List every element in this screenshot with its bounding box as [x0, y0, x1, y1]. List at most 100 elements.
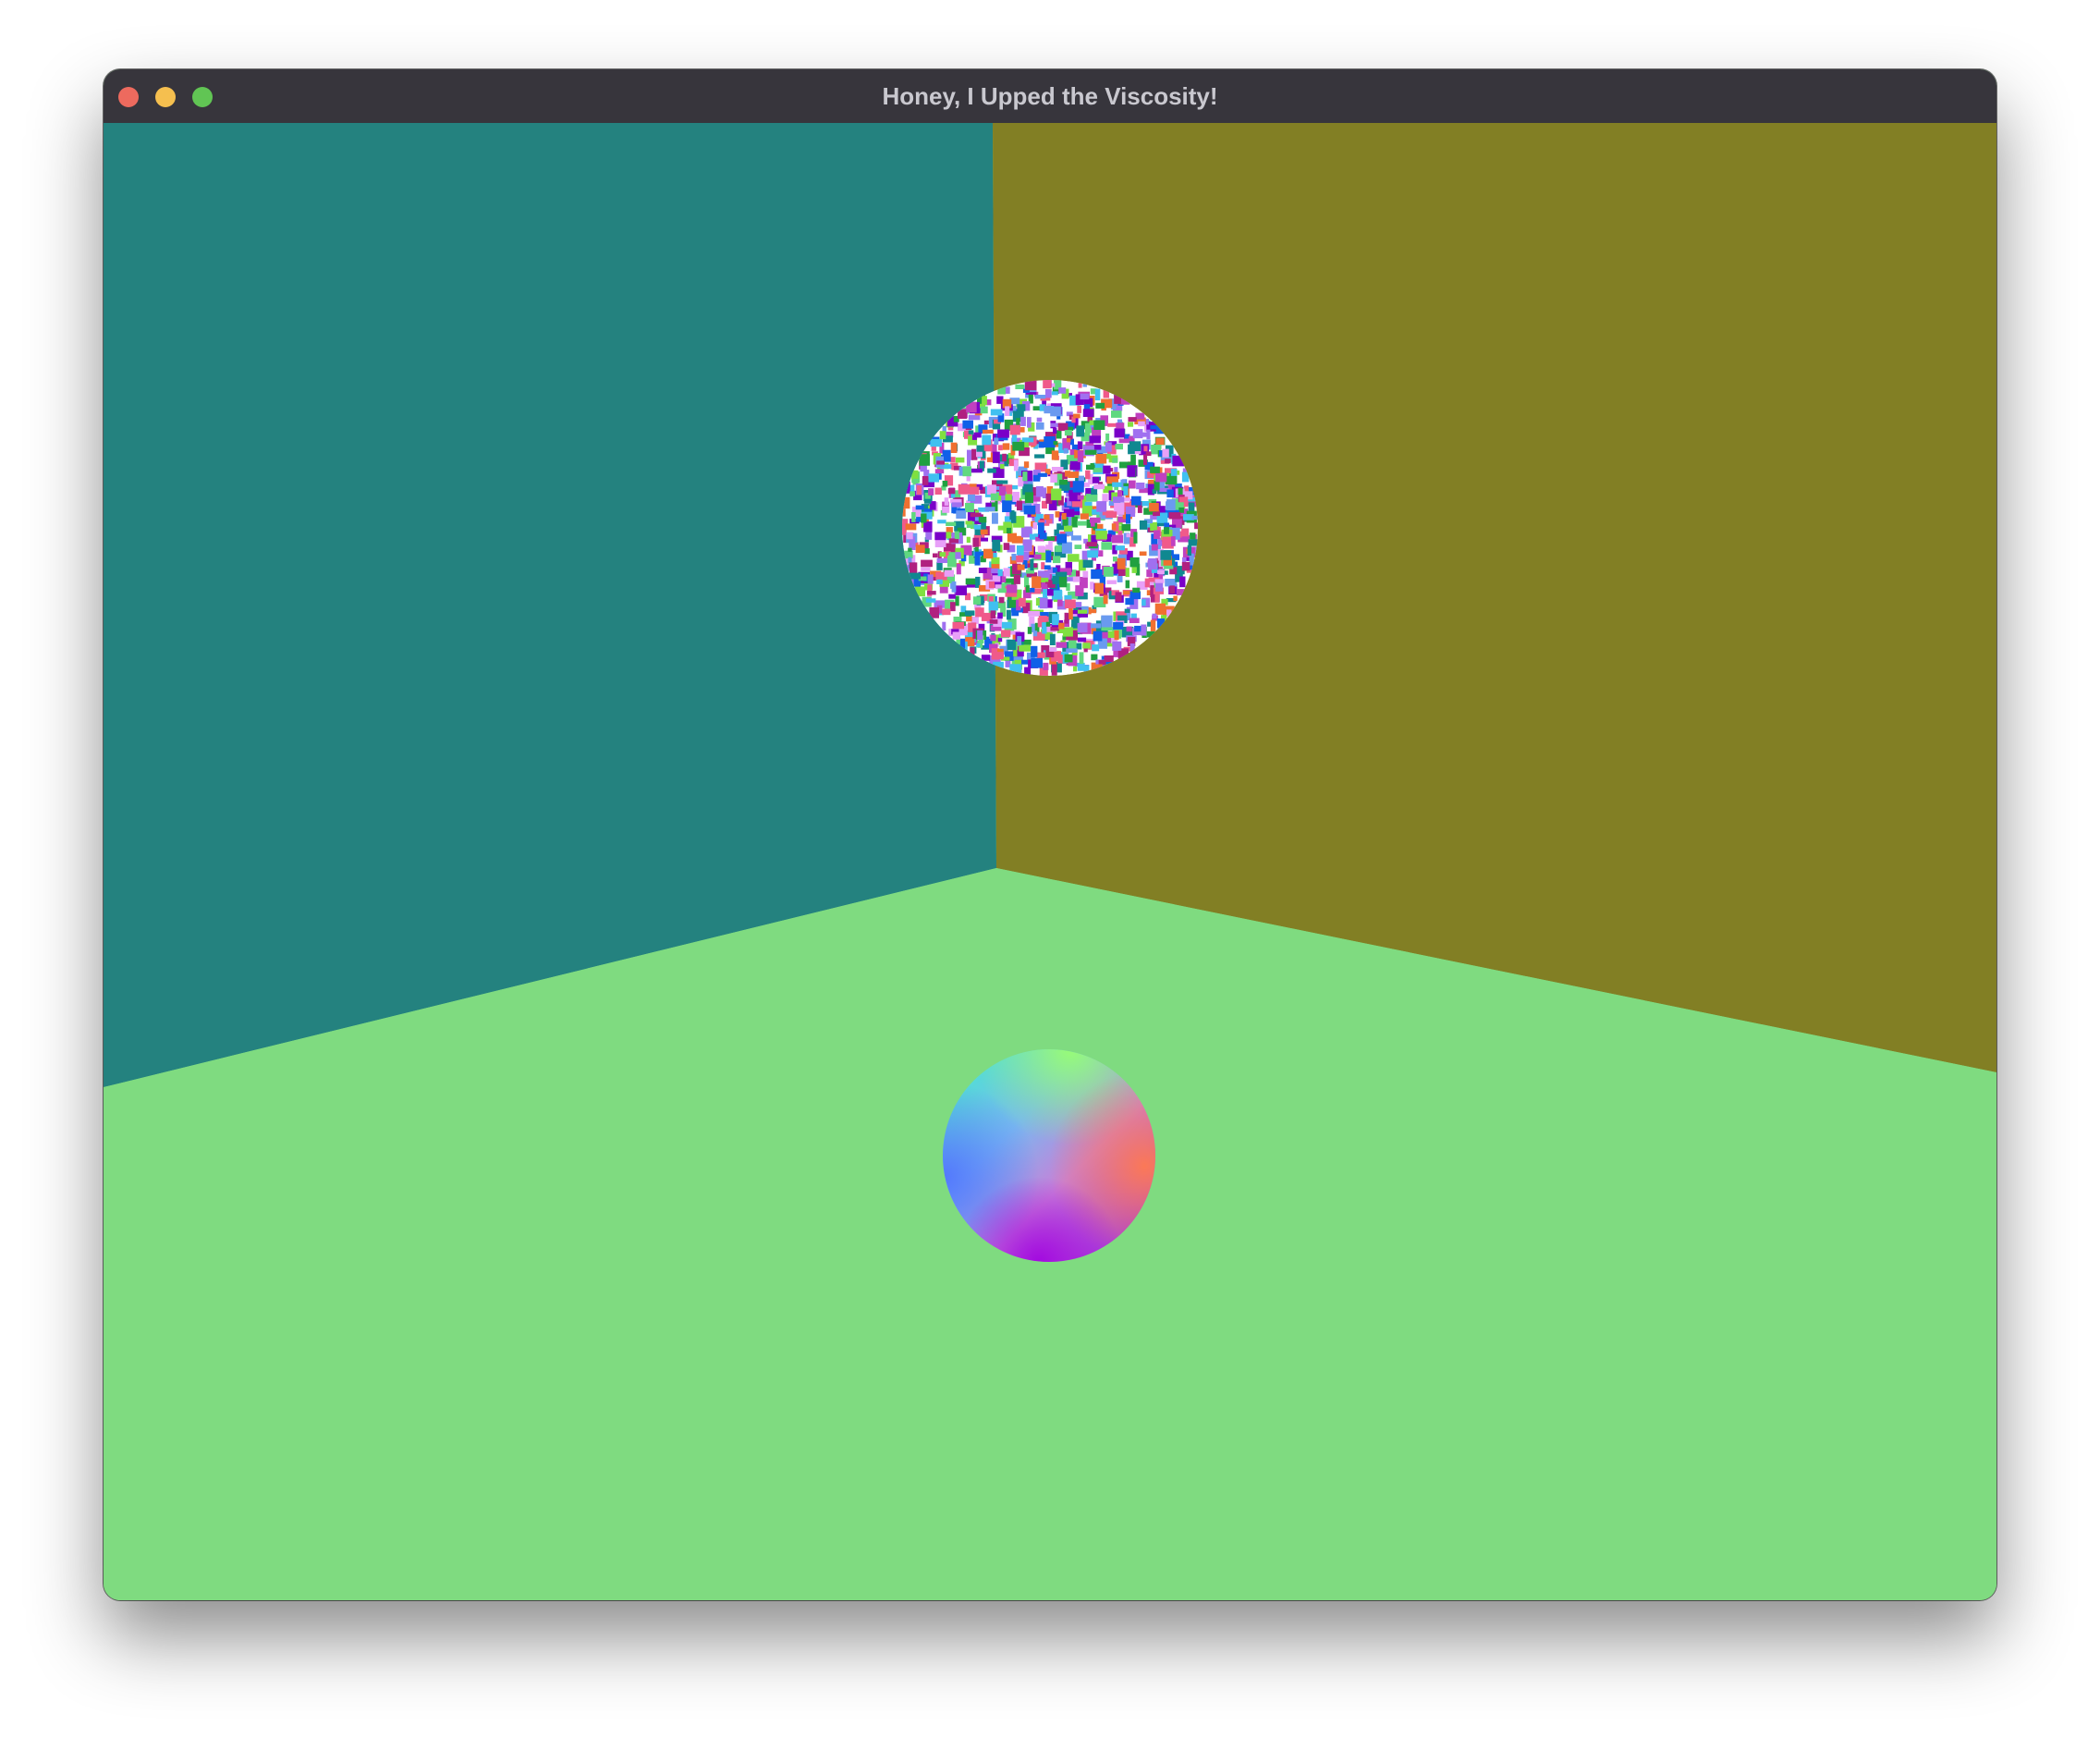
noise-speck	[1093, 630, 1103, 642]
noise-speck	[997, 525, 1007, 531]
noise-speck	[1141, 624, 1147, 636]
noise-speck	[992, 652, 1004, 660]
noise-speck	[1019, 597, 1026, 607]
noise-speck	[964, 610, 975, 616]
noise-speck	[1188, 502, 1195, 512]
noise-speck	[1045, 550, 1052, 563]
noise-speck	[1001, 621, 1012, 629]
noise-speck	[1000, 464, 1005, 470]
noise-speck	[1112, 458, 1118, 463]
noise-speck	[1164, 527, 1169, 534]
noise-speck	[999, 486, 1007, 496]
noise-speck	[1091, 569, 1103, 580]
noise-speck	[1129, 618, 1140, 623]
noise-speck	[997, 429, 1009, 438]
noise-speck	[910, 491, 915, 496]
noise-speck	[937, 520, 946, 524]
noise-speck	[969, 486, 980, 495]
noise-speck	[1013, 649, 1018, 657]
noise-speck	[1179, 576, 1186, 588]
noise-speck	[1170, 469, 1178, 477]
noise-speck	[1003, 543, 1010, 550]
noise-speck	[1032, 474, 1041, 482]
noise-speck	[1017, 636, 1022, 646]
noise-speck	[1009, 424, 1020, 435]
noise-speck	[1103, 465, 1111, 474]
noise-speck	[921, 567, 931, 571]
noise-speck	[962, 466, 971, 477]
noise-speck	[1115, 444, 1123, 450]
noise-speck	[1021, 437, 1034, 443]
noise-speck	[1114, 630, 1119, 641]
noise-speck	[1012, 441, 1025, 451]
noise-speck	[1002, 453, 1007, 462]
noise-speck	[1138, 421, 1145, 427]
noise-speck	[982, 396, 987, 405]
noise-speck	[915, 545, 925, 553]
noise-speck	[992, 512, 998, 524]
noise-speck	[980, 406, 988, 414]
noise-speck	[973, 432, 982, 438]
noise-speck	[939, 431, 946, 440]
noise-speck	[1115, 592, 1122, 602]
noise-speck	[947, 488, 956, 495]
noise-speck	[1020, 416, 1026, 426]
noise-speck	[1011, 511, 1017, 523]
noise-speck	[1011, 554, 1017, 561]
noise-speck	[1044, 514, 1050, 520]
noise-speck	[1032, 521, 1038, 530]
noise-speck	[997, 637, 1003, 643]
noise-speck	[1076, 425, 1085, 437]
noise-speck	[956, 510, 967, 519]
title-bar[interactable]: Honey, I Upped the Viscosity!	[104, 69, 1996, 124]
noise-speck	[1073, 666, 1078, 672]
noise-speck	[1106, 580, 1117, 584]
noise-speck	[1166, 499, 1176, 511]
noise-speck	[997, 569, 1003, 577]
noise-speck	[965, 520, 973, 525]
noise-speck	[1042, 622, 1047, 634]
noise-speck	[1071, 516, 1078, 528]
noise-speck	[921, 513, 927, 523]
noise-speck	[1112, 641, 1122, 651]
noise-speck	[1024, 492, 1033, 504]
noise-speck	[1030, 558, 1034, 571]
noise-speck	[927, 591, 936, 595]
noise-speck	[971, 468, 983, 473]
noise-speck	[916, 485, 922, 496]
noise-speck	[955, 552, 961, 559]
noise-speck	[1092, 476, 1100, 483]
noise-speck	[1080, 393, 1090, 400]
noise-speck	[1062, 627, 1073, 637]
noise-speck	[1149, 503, 1159, 512]
noise-speck	[968, 494, 975, 502]
noise-speck	[1063, 447, 1068, 454]
noise-speck	[1023, 505, 1036, 515]
noise-speck	[1064, 525, 1073, 532]
noise-speck	[951, 502, 962, 508]
noise-speck	[948, 538, 958, 544]
noise-speck	[1077, 520, 1087, 526]
noise-speck	[1015, 384, 1025, 389]
render-viewport[interactable]	[104, 123, 1996, 1600]
noise-speck	[970, 512, 981, 518]
noise-speck	[990, 409, 1003, 416]
noise-speck	[1165, 579, 1178, 587]
noise-speck	[1080, 513, 1089, 520]
noise-speck	[1039, 597, 1048, 609]
noise-speck	[983, 420, 989, 424]
noise-speck	[1002, 443, 1010, 450]
noise-speck	[1068, 471, 1080, 478]
noise-speck	[1077, 405, 1081, 413]
noise-speck	[1058, 576, 1068, 588]
noise-speck	[1139, 520, 1148, 530]
noise-speck	[1134, 625, 1142, 632]
noise-speck	[948, 594, 956, 599]
noise-speck	[990, 493, 999, 501]
noise-speck	[1150, 466, 1160, 473]
noise-speck	[1021, 659, 1029, 665]
noise-speck	[1064, 612, 1068, 624]
noise-speck	[965, 503, 974, 513]
noise-speck	[1038, 616, 1047, 620]
noise-speck	[1038, 522, 1044, 534]
